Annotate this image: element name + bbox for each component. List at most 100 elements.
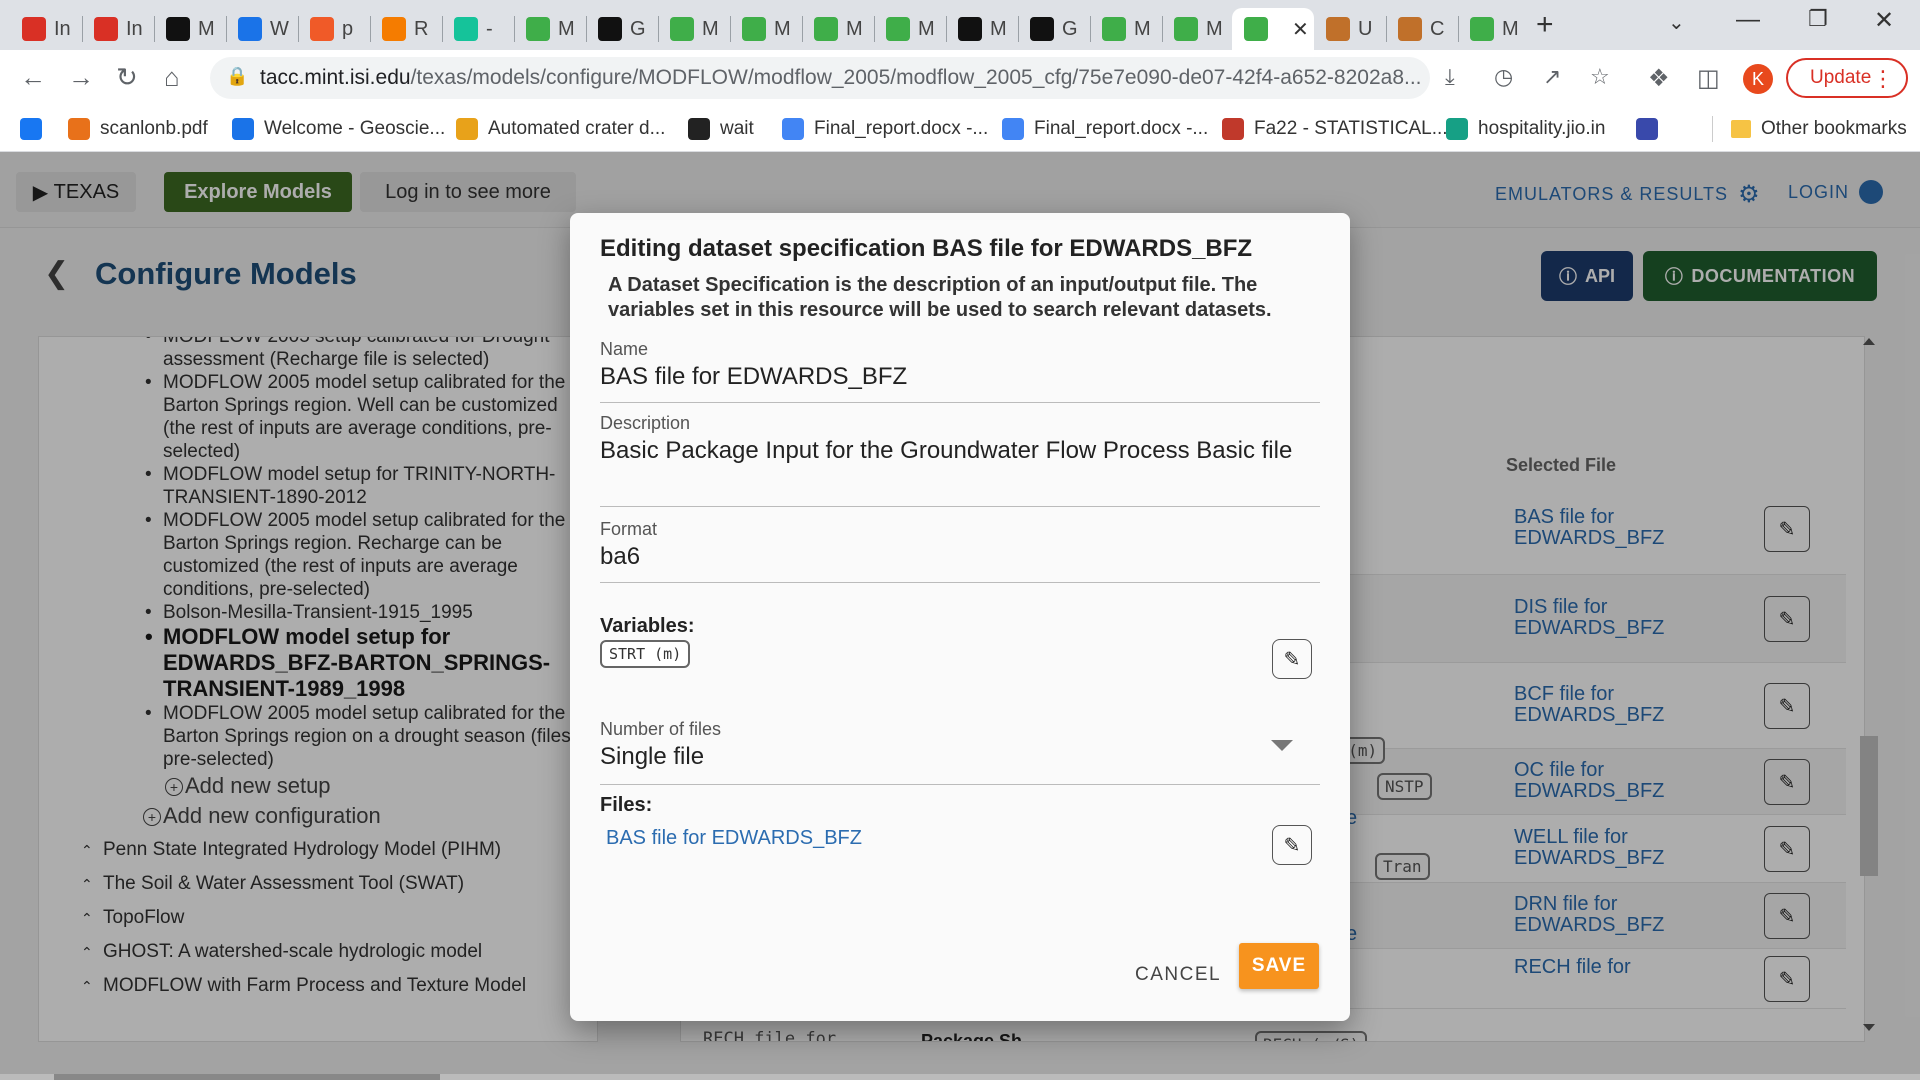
jio-icon [1446,118,1468,140]
bookmark-label: Final_report.docx -... [1034,118,1209,139]
browser-tab[interactable]: p [298,8,370,50]
update-button[interactable]: Update ⋮ [1786,58,1908,98]
format-label: Format [600,519,658,539]
other-bookmarks[interactable]: Other bookmarks [1731,114,1907,144]
cloud-icon [232,118,254,140]
close-tab-icon[interactable]: ✕ [1292,17,1309,42]
browser-tab[interactable]: M [1458,8,1530,50]
side-panel-icon[interactable]: ◫ [1697,64,1720,93]
tab-title: M [198,17,215,40]
edit-variables-button[interactable]: ✎ [1272,639,1312,679]
bookmark-item[interactable]: hospitality.jio.in [1446,114,1605,144]
bookmark-label: Final_report.docx -... [814,118,989,139]
github-icon [1030,17,1054,41]
pdf-icon [68,118,90,140]
number-of-files-underline [600,784,1320,785]
description-label: Description [600,413,691,433]
format-underline [600,582,1320,583]
variable-chip: STRT (m) [600,640,691,668]
restore-button[interactable]: ❐ [1808,6,1828,32]
circle-icon [310,17,334,41]
dropdown-arrow-icon[interactable] [1271,740,1293,751]
browser-tab[interactable]: U [1314,8,1386,50]
browser-tab[interactable]: R [370,8,442,50]
book-icon [382,17,406,41]
browser-tab[interactable]: M [154,8,226,50]
browser-tab[interactable]: ✕ [1232,8,1314,50]
browser-tab[interactable]: - [442,8,514,50]
new-tab-button[interactable]: + [1536,8,1554,42]
mint-icon [742,17,766,41]
description-field[interactable]: Basic Package Input for the Groundwater … [600,437,1292,465]
mint-icon [814,17,838,41]
browser-tab[interactable]: M [1162,8,1234,50]
close-window-button[interactable]: ✕ [1874,6,1894,35]
mint-icon [1174,17,1198,41]
browser-tab[interactable]: In [82,8,154,50]
save-label: SAVE [1251,955,1307,976]
forward-arrow-icon[interactable]: → [68,62,94,93]
mint-icon [526,17,550,41]
format-field[interactable]: ba6 [600,543,640,571]
profile-initial: K [1751,68,1764,89]
browser-tab[interactable]: C [1386,8,1458,50]
lock-icon: 🔒 [226,66,249,86]
bookmarks-divider [1712,116,1713,142]
browser-tab[interactable]: M [874,8,946,50]
edit-files-button[interactable]: ✎ [1272,825,1312,865]
bookmark-label: Fa22 - STATISTICAL... [1254,118,1448,139]
browser-tab[interactable]: M [658,8,730,50]
docs-icon [782,118,804,140]
bookmark-item[interactable]: Final_report.docx -... [782,114,988,144]
wait-icon [688,118,710,140]
shield-icon [1326,17,1350,41]
browser-tab[interactable]: M [514,8,586,50]
bookmark-item[interactable]: Automated crater d... [456,114,665,144]
browser-tab[interactable]: M [730,8,802,50]
browser-tab[interactable]: M [1090,8,1162,50]
bookmark-item[interactable]: Welcome - Geoscie... [232,114,445,144]
tab-title: M [1502,17,1519,40]
bookmark-item[interactable]: wait [688,114,754,144]
horizontal-scrollbar[interactable] [0,1074,1920,1080]
bookmark-item[interactable]: scanlonb.pdf [68,114,208,144]
tab-search-icon[interactable]: ⌄ [1668,10,1685,35]
file-link[interactable]: BAS file for EDWARDS_BFZ [606,827,862,850]
menu-dots-icon[interactable]: ⋮ [1872,66,1894,92]
cancel-button[interactable]: CANCEL [1125,958,1231,992]
tab-title: R [414,17,429,40]
performance-icon[interactable]: ◷ [1494,64,1513,90]
bookmarks-bar: scanlonb.pdf Welcome - Geoscie... Automate… [0,106,1920,152]
horizontal-scrollbar-thumb[interactable] [54,1074,440,1080]
home-icon[interactable]: ⌂ [164,62,180,93]
bars-icon [1636,118,1658,140]
folder-icon [1731,120,1751,138]
minimize-button[interactable]: — [1736,6,1760,34]
bookmark-star-icon[interactable]: ☆ [1590,64,1610,90]
browser-tab-strip: In In M Wp R - M G M M M M M G M M ✕ U C M + ⌄ — ❐ ✕ [0,0,1920,50]
url-bar[interactable]: 🔒 tacc.mint.isi.edu/texas/models/configu… [210,57,1430,99]
save-button[interactable]: SAVE [1239,943,1319,989]
browser-tab[interactable]: In [10,8,82,50]
browser-tab[interactable]: G [1018,8,1090,50]
name-field[interactable]: BAS file for EDWARDS_BFZ [600,363,907,391]
profile-avatar[interactable]: K [1743,64,1773,94]
bookmark-item[interactable]: Fa22 - STATISTICAL... [1222,114,1448,144]
gmail-icon [94,17,118,41]
tab-title: G [1062,17,1078,40]
browser-tab[interactable]: W [226,8,298,50]
bookmark-item[interactable] [20,114,52,144]
number-of-files-select[interactable]: Single file [600,743,704,771]
browser-tab[interactable]: G [586,8,658,50]
browser-tab[interactable]: M [946,8,1018,50]
reload-icon[interactable]: ↻ [116,62,138,93]
bookmark-item[interactable] [1636,114,1668,144]
grammarly-icon [454,17,478,41]
share-icon[interactable]: ↗ [1543,64,1561,90]
bookmark-item[interactable]: Final_report.docx -... [1002,114,1208,144]
url-domain: tacc.mint.isi.edu [260,66,411,89]
back-arrow-icon[interactable]: ← [20,62,46,93]
install-icon[interactable]: ⤓ [1445,64,1455,90]
extensions-puzzle-icon[interactable]: ❖ [1648,64,1670,93]
browser-tab[interactable]: M [802,8,874,50]
